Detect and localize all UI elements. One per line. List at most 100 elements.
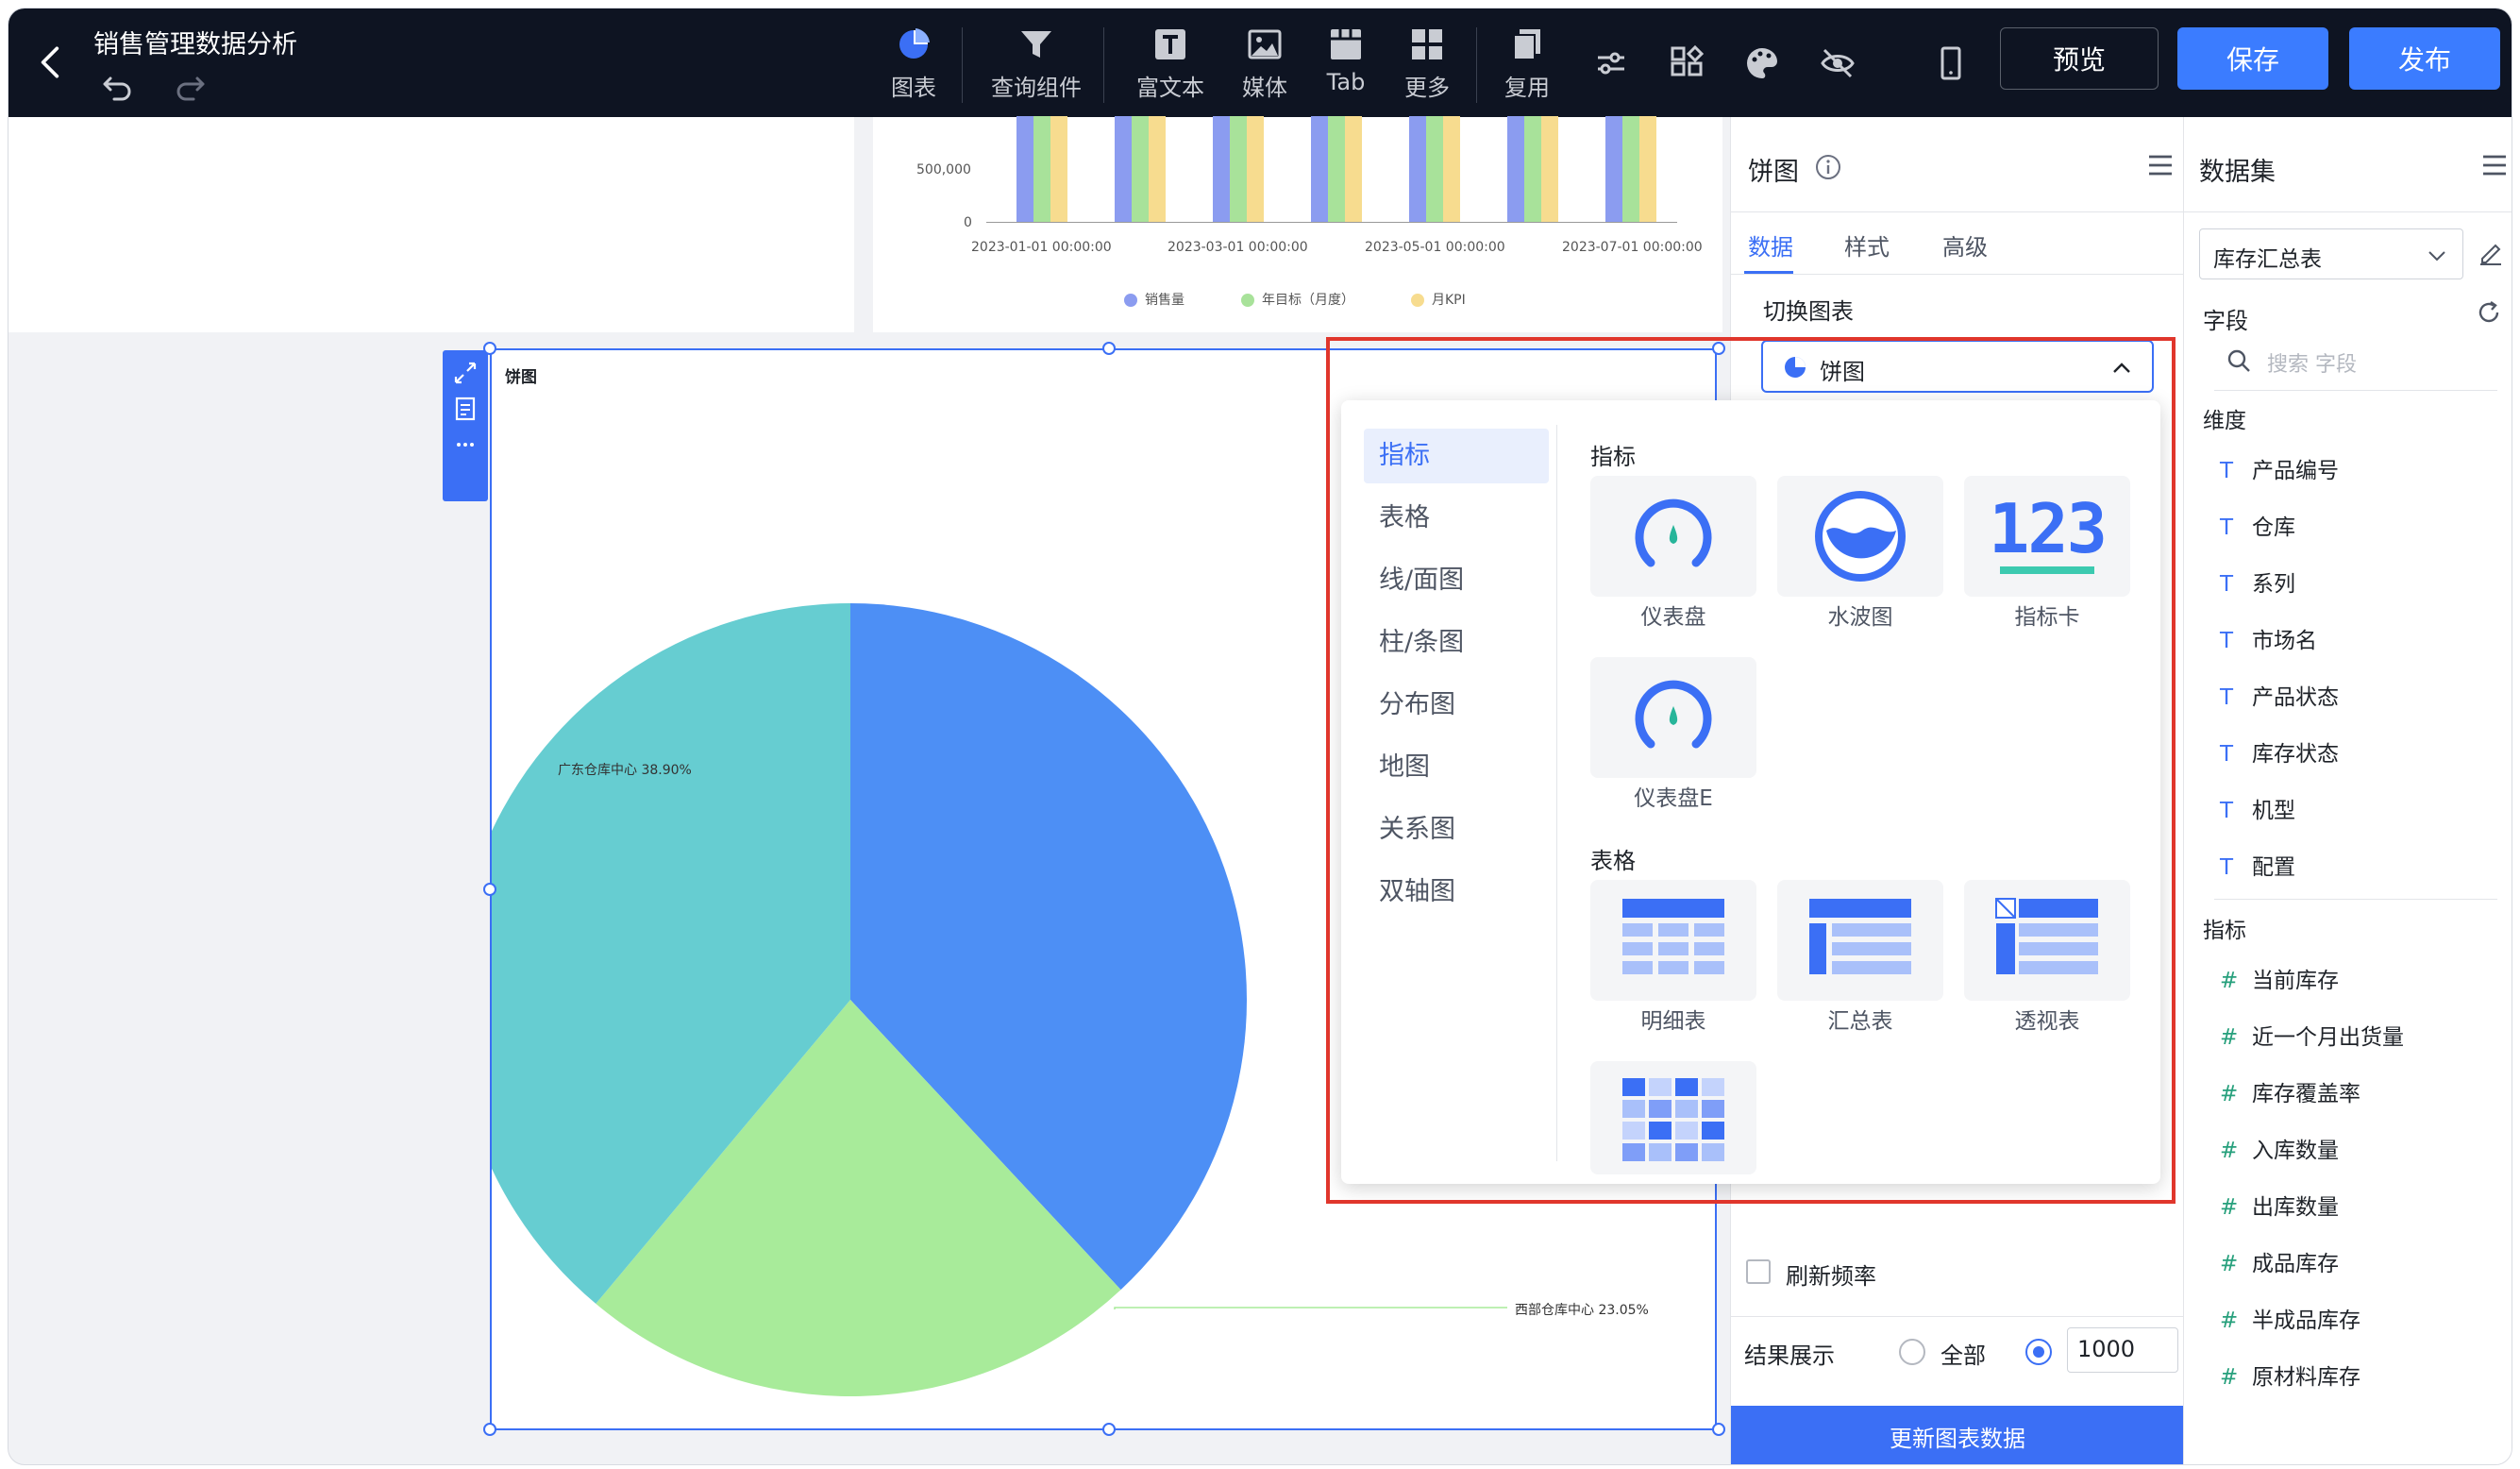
divider xyxy=(2214,899,2497,900)
bar xyxy=(1524,116,1541,222)
dimension-field[interactable]: T 系列 xyxy=(2220,566,2295,598)
dataset-panel: 数据集 库存汇总表 字段 搜索 字段 维度 T 产品编号 T 仓库 T 系列 T 市场名… xyxy=(2183,117,2512,1464)
preview-button[interactable]: 预览 xyxy=(2000,27,2159,90)
toolbar-filter-button[interactable]: 查询组件 xyxy=(984,22,1088,107)
x-tick: 2023-05-01 00:00:00 xyxy=(1365,240,1505,255)
number-type-icon: # xyxy=(2220,1025,2239,1050)
radio-all[interactable] xyxy=(1899,1339,1925,1365)
bar xyxy=(1541,116,1558,222)
pie-label-west: 西部仓库中心 23.05% xyxy=(1515,1303,1649,1318)
field-search-input[interactable]: 搜索 字段 xyxy=(2267,347,2357,378)
measure-field[interactable]: # 成品库存 xyxy=(2220,1245,2339,1277)
x-tick: 2023-03-01 00:00:00 xyxy=(1168,240,1308,255)
filter-icon xyxy=(1021,31,1051,58)
radio-all-label: 全部 xyxy=(1940,1342,1986,1369)
mobile-icon[interactable] xyxy=(1932,44,1970,82)
edit-icon[interactable] xyxy=(2477,238,2505,266)
resize-handle[interactable] xyxy=(1102,1423,1116,1436)
legend-label: 年目标（月度） xyxy=(1262,293,1354,308)
toolbar-richtext-button[interactable]: 富文本 xyxy=(1118,22,1222,107)
tab-icon xyxy=(1331,29,1361,59)
collapse-panel-icon[interactable] xyxy=(2480,151,2509,179)
divider xyxy=(2184,211,2512,212)
refresh-label: 刷新频率 xyxy=(1786,1263,1876,1290)
chevron-down-icon xyxy=(2428,251,2445,262)
label-leader-line xyxy=(1114,1307,1507,1309)
dimension-field[interactable]: T 产品状态 xyxy=(2220,679,2339,711)
tab-advanced[interactable]: 高级 xyxy=(1942,228,1988,262)
tab-style[interactable]: 样式 xyxy=(1844,228,1890,262)
bar xyxy=(1622,116,1639,222)
toolbar-item-label: 图表 xyxy=(891,75,936,101)
redo-icon[interactable] xyxy=(173,69,207,103)
update-chart-button[interactable]: 更新图表数据 xyxy=(1731,1406,2184,1464)
resize-handle[interactable] xyxy=(483,342,496,355)
resize-handle[interactable] xyxy=(1712,1423,1725,1436)
toolbar-divider xyxy=(1103,27,1104,103)
toolbar-item-label: 更多 xyxy=(1404,75,1450,101)
refresh-checkbox[interactable] xyxy=(1746,1259,1771,1284)
toolbar-chart-button[interactable]: 图表 xyxy=(862,22,966,107)
save-button[interactable]: 保存 xyxy=(2177,27,2328,90)
measure-field[interactable]: # 当前库存 xyxy=(2220,962,2339,994)
refresh-icon[interactable] xyxy=(2475,298,2503,327)
measure-field[interactable]: # 近一个月出货量 xyxy=(2220,1019,2404,1051)
bar xyxy=(1311,116,1328,222)
toolbar-reuse-button[interactable]: 复用 xyxy=(1475,22,1579,107)
empty-card[interactable] xyxy=(8,117,854,332)
number-type-icon: # xyxy=(2220,1309,2239,1333)
grid-icon xyxy=(1412,29,1442,59)
undo-icon[interactable] xyxy=(101,69,135,103)
back-arrow-icon[interactable] xyxy=(31,42,71,82)
eye-off-icon[interactable] xyxy=(1819,44,1856,82)
dimension-field[interactable]: T 市场名 xyxy=(2220,622,2317,654)
dimension-field[interactable]: T 产品编号 xyxy=(2220,452,2339,484)
resize-handle[interactable] xyxy=(483,1423,496,1436)
text-icon xyxy=(1155,29,1185,59)
legend-item[interactable]: 销售量 xyxy=(1124,290,1184,309)
toolbar-more-button[interactable]: 更多 xyxy=(1375,22,1479,107)
switch-chart-label: 切换图表 xyxy=(1763,298,1854,325)
bar-chart-card[interactable]: 500,000 0 2023-01-01 00:00:00 2023-03-01… xyxy=(873,116,1722,332)
measure-field[interactable]: # 原材料库存 xyxy=(2220,1359,2360,1391)
dimension-field[interactable]: T 配置 xyxy=(2220,849,2295,881)
divider xyxy=(1731,1316,2184,1317)
x-tick: 2023-01-01 00:00:00 xyxy=(971,240,1112,255)
legend-item[interactable]: 月KPI xyxy=(1411,290,1466,309)
radio-limit[interactable] xyxy=(2025,1339,2052,1365)
dimension-field[interactable]: T 仓库 xyxy=(2220,509,2295,541)
collapse-panel-icon[interactable] xyxy=(2146,151,2175,179)
legend-swatch xyxy=(1241,294,1254,307)
palette-icon[interactable] xyxy=(1743,44,1781,82)
components-icon[interactable] xyxy=(1668,44,1705,82)
dimension-field[interactable]: T 库存状态 xyxy=(2220,735,2339,768)
report-title[interactable]: 销售管理数据分析 xyxy=(93,24,297,60)
bar xyxy=(1443,116,1460,222)
result-count-input[interactable]: 1000 xyxy=(2067,1327,2178,1373)
x-tick: 2023-07-01 00:00:00 xyxy=(1562,240,1703,255)
resize-handle[interactable] xyxy=(483,883,496,896)
number-type-icon: # xyxy=(2220,969,2239,993)
publish-button[interactable]: 发布 xyxy=(2349,27,2500,90)
bar xyxy=(1247,116,1264,222)
measure-field[interactable]: # 入库数量 xyxy=(2220,1132,2339,1164)
bar xyxy=(1230,116,1247,222)
more-icon[interactable] xyxy=(452,431,479,458)
measure-field[interactable]: # 库存覆盖率 xyxy=(2220,1075,2360,1107)
resize-handle[interactable] xyxy=(1102,342,1116,355)
tab-data[interactable]: 数据 xyxy=(1748,228,1793,262)
text-type-icon: T xyxy=(2220,855,2234,880)
expand-icon[interactable] xyxy=(452,360,479,386)
sliders-icon[interactable] xyxy=(1592,44,1630,82)
number-type-icon: # xyxy=(2220,1139,2239,1163)
top-bar: 销售管理数据分析 图表 查询组件 富文本 媒体 Tab 更多 复用 预览 保存 … xyxy=(8,8,2512,117)
bar xyxy=(1409,116,1426,222)
image-icon xyxy=(1248,29,1282,59)
info-icon[interactable] xyxy=(1814,153,1842,181)
measure-field[interactable]: # 半成品库存 xyxy=(2220,1302,2360,1334)
measure-field[interactable]: # 出库数量 xyxy=(2220,1189,2339,1221)
document-icon[interactable] xyxy=(452,396,479,422)
legend-item[interactable]: 年目标（月度） xyxy=(1241,290,1354,309)
dataset-select[interactable]: 库存汇总表 xyxy=(2199,228,2463,279)
dimension-field[interactable]: T 机型 xyxy=(2220,792,2295,824)
